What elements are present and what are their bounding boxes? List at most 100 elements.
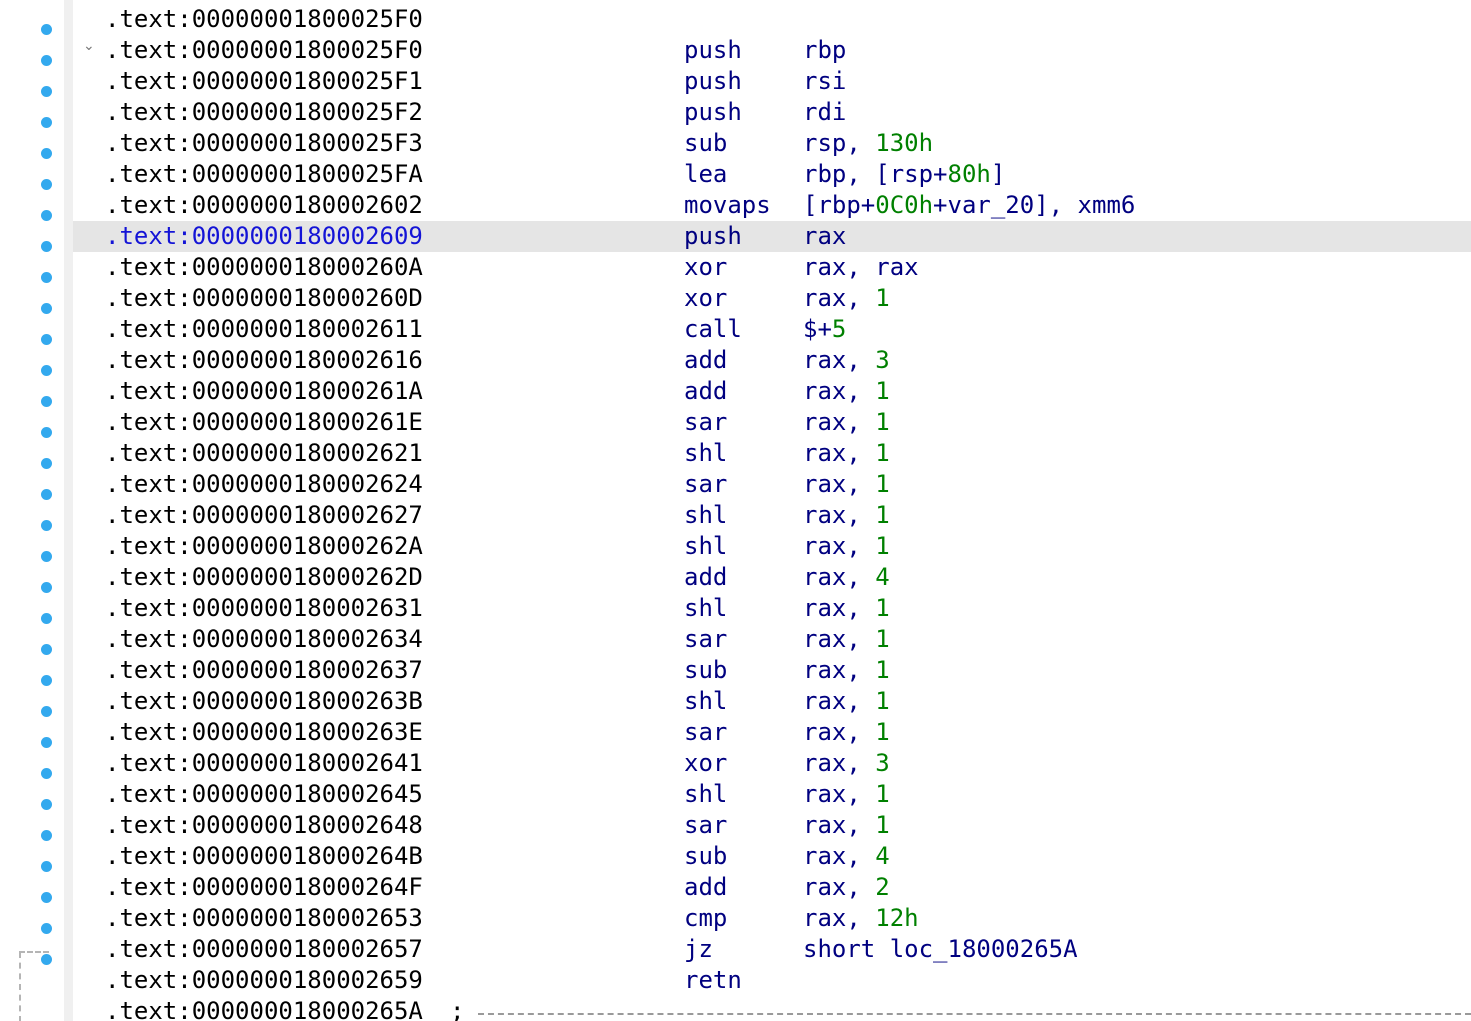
operands[interactable]: rax, 1 [803, 376, 890, 407]
operands[interactable]: rax, 4 [803, 562, 890, 593]
instruction-row[interactable]: .text:0000000180002637 sub rax, 1 [73, 655, 1471, 686]
mnemonic[interactable]: xor [684, 283, 727, 314]
address-label[interactable]: .text:0000000180002637 [105, 655, 423, 686]
breakpoint-dot-icon[interactable] [41, 86, 52, 97]
mnemonic[interactable]: shl [684, 593, 727, 624]
mnemonic[interactable]: xor [684, 748, 727, 779]
operands[interactable]: $+5 [803, 314, 846, 345]
mnemonic[interactable]: push [684, 221, 742, 252]
instruction-row[interactable]: .text:0000000180002634 sar rax, 1 [73, 624, 1471, 655]
breakpoint-dot-icon[interactable] [41, 334, 52, 345]
breakpoint-dot-icon[interactable] [41, 458, 52, 469]
operands[interactable]: rbp [803, 35, 846, 66]
breakpoint-dot-icon[interactable] [41, 396, 52, 407]
instruction-row[interactable]: .text:0000000180002653 cmp rax, 12h [73, 903, 1471, 934]
breakpoint-dot-icon[interactable] [41, 644, 52, 655]
instruction-row[interactable]: .text:0000000180002641 xor rax, 3 [73, 748, 1471, 779]
address-label[interactable]: .text:000000018000263B [105, 686, 423, 717]
breakpoint-dot-icon[interactable] [41, 24, 52, 35]
mnemonic[interactable]: sub [684, 841, 727, 872]
mnemonic[interactable]: shl [684, 531, 727, 562]
operands[interactable]: rbp, [rsp+80h] [803, 159, 1005, 190]
instruction-row[interactable]: .text:00000001800025F2 push rdi [73, 97, 1471, 128]
mnemonic[interactable]: xor [684, 252, 727, 283]
instruction-row[interactable]: .text:000000018000263B shl rax, 1 [73, 686, 1471, 717]
address-label[interactable]: .text:000000018000260A [105, 252, 423, 283]
address-label[interactable]: .text:00000001800025FA [105, 159, 423, 190]
address-label[interactable]: .text:000000018000264F [105, 872, 423, 903]
operands[interactable]: rsp, 130h [803, 128, 933, 159]
mnemonic[interactable]: add [684, 562, 727, 593]
address-label[interactable]: .text:00000001800025F1 [105, 66, 423, 97]
mnemonic[interactable]: push [684, 97, 742, 128]
address-label[interactable]: .text:0000000180002641 [105, 748, 423, 779]
breakpoint-dot-icon[interactable] [41, 830, 52, 841]
instruction-row[interactable]: .text:0000000180002616 add rax, 3 [73, 345, 1471, 376]
address-label[interactable]: .text:00000001800025F2 [105, 97, 423, 128]
breakpoint-dot-icon[interactable] [41, 954, 52, 965]
operands[interactable]: short loc_18000265A [803, 934, 1078, 965]
breakpoint-dot-icon[interactable] [41, 799, 52, 810]
instruction-row[interactable]: .text:0000000180002659 retn [73, 965, 1471, 996]
operands[interactable]: rax, 4 [803, 841, 890, 872]
breakpoint-dot-icon[interactable] [41, 148, 52, 159]
instruction-row[interactable]: .text:000000018000261E sar rax, 1 [73, 407, 1471, 438]
disassembly-view[interactable]: ⌄ .text:00000001800025F0 .text:0000000180… [0, 0, 1471, 1021]
breakpoint-dot-icon[interactable] [41, 892, 52, 903]
instruction-row[interactable]: .text:0000000180002645 shl rax, 1 [73, 779, 1471, 810]
address-label[interactable]: .text:000000018000263E [105, 717, 423, 748]
instruction-row[interactable]: .text:000000018000262D add rax, 4 [73, 562, 1471, 593]
operands[interactable]: rax, 1 [803, 469, 890, 500]
address-label[interactable]: .text:00000001800025F3 [105, 128, 423, 159]
mnemonic[interactable]: movaps [684, 190, 771, 221]
address-label[interactable]: .text:0000000180002627 [105, 500, 423, 531]
mnemonic[interactable]: retn [684, 965, 742, 996]
mnemonic[interactable]: lea [684, 159, 727, 190]
address-label[interactable]: .text:000000018000261A [105, 376, 423, 407]
operands[interactable]: rax, 1 [803, 531, 890, 562]
address-label[interactable]: .text:000000018000262A [105, 531, 423, 562]
disassembly-listing[interactable]: .text:00000001800025F0 .text:000000018000… [73, 4, 1471, 1021]
operands[interactable]: rax, 12h [803, 903, 919, 934]
mnemonic[interactable]: sar [684, 469, 727, 500]
address-label[interactable]: .text:0000000180002611 [105, 314, 423, 345]
breakpoint-dot-icon[interactable] [41, 613, 52, 624]
address-label[interactable]: .text:0000000180002602 [105, 190, 423, 221]
address-label[interactable]: .text:00000001800025F0 [105, 35, 423, 66]
address-label[interactable]: .text:0000000180002616 [105, 345, 423, 376]
operands[interactable]: rax, 3 [803, 345, 890, 376]
operands[interactable]: rax, 1 [803, 810, 890, 841]
instruction-row[interactable]: .text:0000000180002648 sar rax, 1 [73, 810, 1471, 841]
breakpoint-dot-icon[interactable] [41, 861, 52, 872]
address-label[interactable]: .text:00000001800025F0 [105, 4, 423, 35]
breakpoint-dot-icon[interactable] [41, 706, 52, 717]
instruction-row[interactable]: .text:0000000180002627 shl rax, 1 [73, 500, 1471, 531]
mnemonic[interactable]: shl [684, 500, 727, 531]
breakpoint-dot-icon[interactable] [41, 303, 52, 314]
mnemonic[interactable]: sar [684, 810, 727, 841]
operands[interactable]: rax [803, 221, 846, 252]
instruction-row[interactable]: .text:0000000180002657 jz short loc_180002… [73, 934, 1471, 965]
address-label[interactable]: .text:0000000180002609 [105, 221, 423, 252]
instruction-row[interactable]: .text:000000018000262A shl rax, 1 [73, 531, 1471, 562]
mnemonic[interactable]: sar [684, 717, 727, 748]
breakpoint-dot-icon[interactable] [41, 520, 52, 531]
breakpoint-dot-icon[interactable] [41, 551, 52, 562]
operands[interactable]: rax, 1 [803, 283, 890, 314]
mnemonic[interactable]: add [684, 376, 727, 407]
instruction-row[interactable]: .text:00000001800025F1 push rsi [73, 66, 1471, 97]
breakpoint-dot-icon[interactable] [41, 272, 52, 283]
operands[interactable]: rax, 1 [803, 779, 890, 810]
breakpoint-dot-icon[interactable] [41, 675, 52, 686]
breakpoint-dot-icon[interactable] [41, 737, 52, 748]
current-instruction-row[interactable]: .text:0000000180002609 push rax [73, 221, 1471, 252]
mnemonic[interactable]: push [684, 35, 742, 66]
breakpoint-dot-icon[interactable] [41, 117, 52, 128]
mnemonic[interactable]: sar [684, 624, 727, 655]
mnemonic[interactable]: sub [684, 128, 727, 159]
instruction-row[interactable]: .text:0000000180002621 shl rax, 1 [73, 438, 1471, 469]
mnemonic[interactable]: shl [684, 438, 727, 469]
operands[interactable]: rax, 1 [803, 593, 890, 624]
mnemonic[interactable]: cmp [684, 903, 727, 934]
breakpoint-dot-icon[interactable] [41, 582, 52, 593]
